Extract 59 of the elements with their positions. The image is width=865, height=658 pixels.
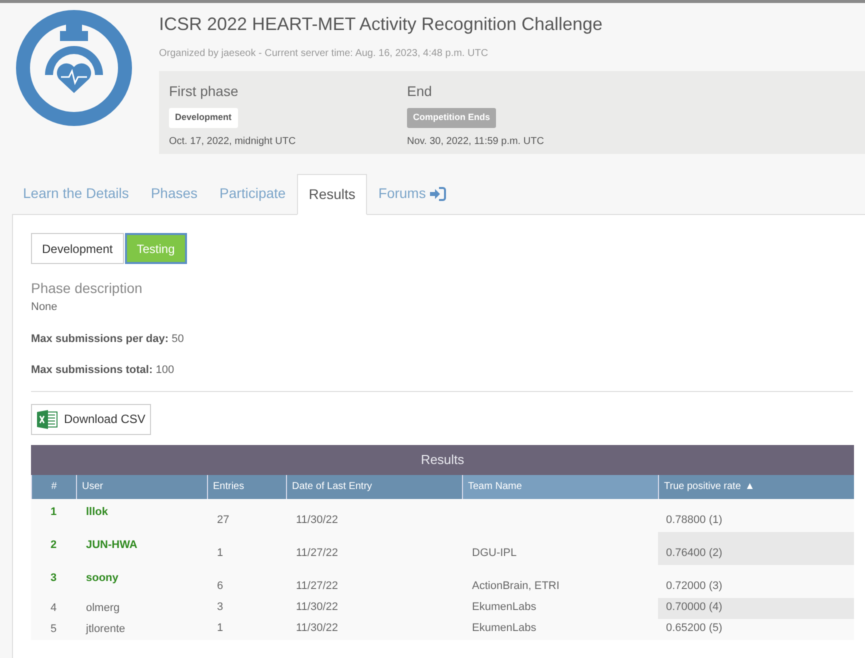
user-link[interactable]: JUN-HWA (86, 536, 138, 553)
submission-limit: Max submissions total: 100 (31, 363, 176, 378)
user-link[interactable]: lllok (86, 504, 108, 520)
phase-badge: Development (169, 108, 238, 128)
sort-ascending-icon: ▲ (744, 479, 755, 494)
user-link[interactable]: soony (86, 570, 118, 586)
phase-heading: End (407, 82, 432, 101)
table-cell-text: 11/30/22 (296, 621, 338, 636)
phase-description-text: None (31, 300, 58, 315)
spreadsheet-icon (37, 408, 58, 430)
download-csv-button[interactable]: Download CSV (31, 404, 152, 434)
column-header[interactable]: Team Name (462, 474, 658, 498)
competition-title: ICSR 2022 HEART-MET Activity Recognition Challenge (159, 13, 604, 36)
results-table-title: Results (31, 444, 854, 474)
rank-cell-text: 4 (50, 600, 57, 616)
table-cell-text: EkumenLabs (472, 621, 536, 636)
table-cell-text: 27 (217, 513, 230, 528)
tab[interactable]: Participate (208, 173, 297, 214)
phase-heading: First phase (169, 82, 238, 101)
table-cell-text: 0.70000 (4) (666, 600, 722, 615)
column-header[interactable]: # (31, 474, 76, 498)
table-cell-text: EkumenLabs (472, 600, 536, 615)
table-cell-text: 1 (217, 546, 224, 561)
table-cell-text: DGU-IPL (472, 546, 517, 561)
table-cell-text: 11/30/22 (296, 513, 338, 528)
tab[interactable]: Forums (367, 173, 457, 214)
rank-cell-text: 1 (50, 504, 57, 520)
phase-badge: Competition Ends (407, 108, 496, 128)
table-cell-text: 1 (217, 621, 224, 636)
column-header[interactable]: User (76, 474, 207, 498)
phase-date: Nov. 30, 2022, 11:59 p.m. UTC (407, 134, 544, 148)
table-cell-text: 11/30/22 (296, 600, 338, 615)
rank-cell-text: 5 (50, 622, 57, 637)
rank-cell-text: 2 (50, 538, 57, 552)
user-link[interactable]: jtlorente (86, 620, 126, 638)
phase-description-heading: Phase description (31, 279, 144, 298)
sign-in-icon (428, 186, 446, 200)
rank-cell-text: 3 (50, 570, 57, 586)
phase-button[interactable]: Development (31, 233, 124, 264)
phase-button[interactable]: Testing (124, 233, 187, 264)
table-cell-text: 0.78800 (1) (666, 513, 722, 528)
table-cell-text: 11/27/22 (296, 546, 338, 561)
organizer-line: Organized by jaeseok - Current server time: Aug. 16, 2023, 4:48 p.m. UTC (159, 47, 490, 61)
tab[interactable]: Phases (140, 173, 209, 214)
table-cell-text: 0.65200 (5) (666, 621, 722, 636)
table-cell-text: 0.72000 (3) (666, 579, 722, 594)
table-cell-text: 3 (217, 600, 224, 615)
column-header[interactable]: Date of Last Entry (286, 474, 462, 498)
table-cell-text: ActionBrain, ETRI (472, 579, 560, 594)
tab[interactable]: Results (296, 174, 368, 215)
table-cell-text: 11/27/22 (296, 579, 338, 594)
submission-limit: Max submissions per day: 50 (31, 332, 185, 346)
column-header[interactable]: Entries (207, 474, 286, 498)
phase-date: Oct. 17, 2022, midnight UTC (169, 134, 296, 148)
column-header[interactable]: True positive rate ▲ (658, 474, 854, 498)
table-cell-text: 6 (217, 579, 224, 594)
table-cell-text: 0.76400 (2) (666, 546, 722, 561)
tab[interactable]: Learn the Details (12, 173, 140, 214)
user-link[interactable]: olmerg (86, 600, 120, 616)
